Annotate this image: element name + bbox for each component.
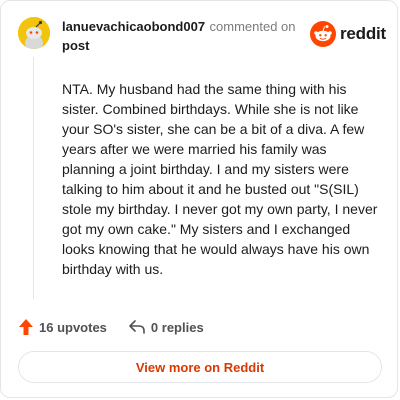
reddit-wordmark: reddit — [339, 24, 386, 43]
reddit-comment-embed: lanuevachicaobond007 commented on post r… — [0, 0, 398, 398]
upvote-button[interactable]: 16 upvotes — [19, 319, 107, 335]
view-more-button[interactable]: View more on Reddit — [18, 351, 382, 383]
reply-arrow-icon — [129, 320, 145, 334]
comment-meta: lanuevachicaobond007 commented on post — [62, 18, 312, 55]
upvote-arrow-icon — [19, 319, 33, 335]
reply-count: 0 replies — [150, 319, 204, 335]
comment-body: NTA. My husband had the same thing with … — [62, 81, 378, 277]
comment-header: lanuevachicaobond007 commented on post r… — [18, 17, 388, 57]
commented-on-text: commented on — [209, 19, 296, 34]
username-link[interactable]: lanuevachicaobond007 — [62, 19, 205, 34]
reddit-logo[interactable]: reddit — [309, 21, 386, 47]
comment-actions: 16 upvotes 0 replies — [19, 317, 226, 337]
thread-line — [33, 57, 34, 299]
post-link[interactable]: post — [62, 37, 312, 55]
upvote-count: 16 upvotes — [39, 319, 107, 335]
reply-button[interactable]: 0 replies — [129, 320, 204, 335]
user-avatar[interactable] — [18, 17, 50, 49]
reddit-snoo-icon — [309, 21, 336, 47]
snoo-avatar-icon — [18, 17, 50, 49]
